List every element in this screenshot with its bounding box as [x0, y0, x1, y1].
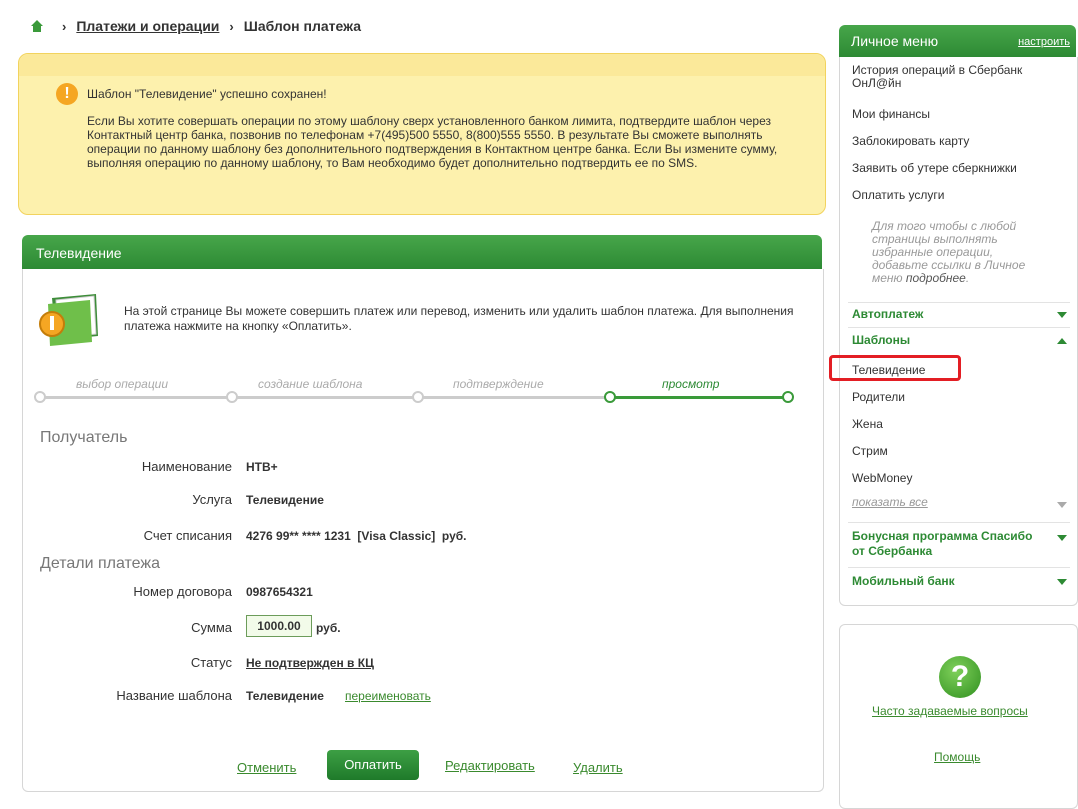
status-link[interactable]: Не подтвержден в КЦ: [246, 656, 374, 670]
home-icon[interactable]: [30, 19, 44, 33]
chevron-down-icon[interactable]: [1057, 579, 1067, 585]
autopay-section[interactable]: Автоплатеж: [852, 307, 923, 321]
highlight-box: [829, 355, 961, 381]
template-name-value: Телевидение: [246, 689, 324, 703]
menu-item-finances[interactable]: Мои финансы: [852, 108, 930, 121]
step-view: просмотр: [662, 377, 720, 391]
question-icon[interactable]: ?: [939, 656, 981, 698]
step-select-operation: выбор операции: [76, 377, 169, 391]
alert-title: Шаблон "Телевидение" успешно сохранен!: [87, 87, 327, 101]
panel-title: Телевидение: [36, 245, 122, 261]
account-label: Счет списания: [143, 528, 232, 543]
templates-section[interactable]: Шаблоны: [852, 333, 910, 347]
chevron-up-icon[interactable]: [1057, 338, 1067, 344]
cancel-link[interactable]: Отменить: [237, 760, 296, 775]
breadcrumb: › Платежи и операции › Шаблон платежа: [30, 16, 361, 36]
step-dot-active: [782, 391, 794, 403]
status-label: Статус: [190, 655, 232, 670]
menu-item-block-card[interactable]: Заблокировать карту: [852, 135, 969, 148]
chevron-down-icon[interactable]: [1057, 535, 1067, 541]
menu-item-pay-services[interactable]: Оплатить услуги: [852, 189, 944, 202]
progress-track-active: [610, 396, 786, 399]
recipient-section-title: Получатель: [40, 429, 128, 446]
menu-note-link[interactable]: подробнее: [906, 271, 966, 285]
menu-item-history[interactable]: История операций в Сбербанк ОнЛ@йн: [852, 64, 1052, 90]
folder-template-icon: [39, 294, 98, 346]
service-label: Услуга: [192, 492, 232, 507]
breadcrumb-current: Шаблон платежа: [243, 18, 362, 34]
chevron-down-icon[interactable]: [1057, 312, 1067, 318]
menu-item-lost-passbook[interactable]: Заявить об утере сберкнижки: [852, 162, 1017, 175]
details-section-title: Детали платежа: [40, 555, 160, 572]
template-item-parents[interactable]: Родители: [852, 391, 905, 404]
amount-currency: руб.: [316, 621, 341, 635]
name-value: НТВ+: [246, 460, 278, 474]
alert-text: Если Вы хотите совершать операции по это…: [87, 114, 778, 170]
bonus-program-section[interactable]: Бонусная программа Спасибо от Сбербанка: [852, 529, 1047, 559]
template-item-wife[interactable]: Жена: [852, 418, 883, 431]
step-dot: [412, 391, 424, 403]
chevron-right-icon: ›: [229, 18, 234, 34]
delete-link[interactable]: Удалить: [573, 760, 623, 775]
amount-label: Сумма: [191, 620, 232, 635]
step-confirmation: подтверждение: [453, 377, 544, 391]
edit-link[interactable]: Редактировать: [445, 758, 535, 773]
info-icon: !: [56, 83, 78, 105]
step-dot: [34, 391, 46, 403]
menu-note: Для того чтобы с любой страницы выполнят…: [872, 219, 1026, 285]
step-create-template: создание шаблона: [258, 377, 363, 391]
success-alert: ! Шаблон "Телевидение" успешно сохранен!…: [18, 53, 826, 215]
progress-track: [40, 396, 610, 399]
template-item-webmoney[interactable]: WebMoney: [852, 472, 912, 485]
template-item-strim[interactable]: Стрим: [852, 445, 888, 458]
step-dot: [226, 391, 238, 403]
mobile-bank-section[interactable]: Мобильный банк: [852, 574, 955, 588]
help-link[interactable]: Помощь: [934, 750, 980, 764]
panel-header: Телевидение: [22, 235, 822, 269]
rename-link[interactable]: переименовать: [345, 689, 431, 703]
name-label: Наименование: [141, 459, 232, 474]
contract-value: 0987654321: [246, 585, 313, 599]
contract-label: Номер договора: [133, 584, 232, 599]
faq-link[interactable]: Часто задаваемые вопросы: [872, 704, 1028, 718]
chevron-down-icon[interactable]: [1057, 502, 1067, 508]
step-dot-active: [604, 391, 616, 403]
breadcrumb-payments-link[interactable]: Платежи и операции: [76, 18, 219, 34]
template-name-label: Название шаблона: [116, 688, 232, 703]
intro-text: На этой странице Вы можете совершить пла…: [124, 304, 794, 333]
configure-link[interactable]: настроить: [1018, 36, 1070, 48]
personal-menu-title: Личное меню: [851, 33, 939, 49]
service-value: Телевидение: [246, 493, 324, 507]
show-all-link[interactable]: показать все: [852, 496, 928, 509]
pay-button[interactable]: Оплатить: [327, 750, 419, 780]
chevron-right-icon: ›: [62, 18, 67, 34]
account-value: 4276 99** **** 1231 [Visa Classic] руб.: [246, 529, 467, 543]
personal-menu-header: Личное меню настроить: [839, 25, 1076, 57]
amount-field[interactable]: 1000.00: [246, 615, 312, 637]
